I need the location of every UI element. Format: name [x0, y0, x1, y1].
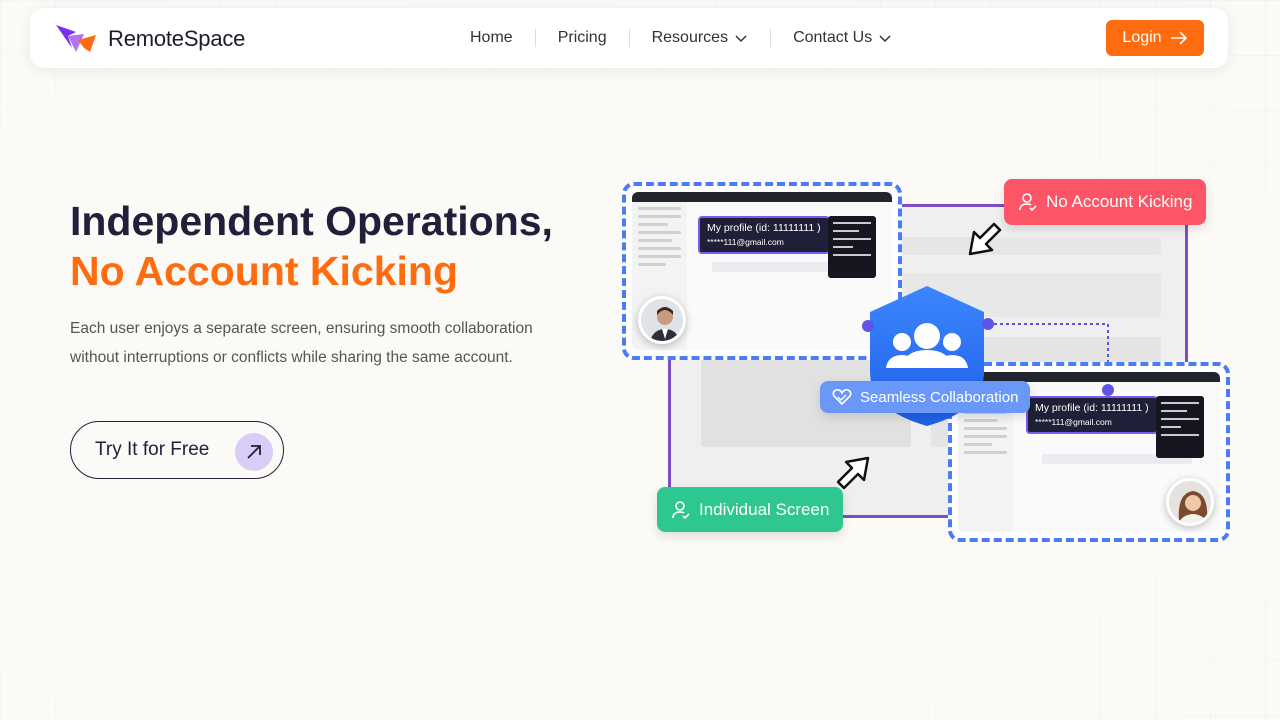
heart-handshake-icon: [832, 389, 852, 406]
profile-email: *****111@gmail.com: [707, 237, 784, 247]
hero-illustration: My profile (id: 11111111 ) *****111@gmai…: [600, 170, 1260, 560]
avatar-male: [638, 296, 686, 344]
user-screen-left: My profile (id: 11111111 ) *****111@gmai…: [622, 182, 902, 360]
chevron-down-icon: [879, 35, 891, 43]
profile-popup-left: My profile (id: 11111111 ) *****111@gmai…: [698, 216, 830, 254]
arrow-up-right-icon: [247, 445, 261, 459]
brand-logo[interactable]: RemoteSpace: [54, 22, 245, 56]
cta-label: Try It for Free: [95, 439, 210, 460]
nav-contact[interactable]: Contact Us: [771, 28, 914, 48]
badge-no-account-kicking: No Account Kicking: [1004, 179, 1207, 225]
hero-title-line1: Independent Operations,: [70, 198, 553, 244]
user-check-icon: [672, 500, 690, 519]
nav-resources[interactable]: Resources: [630, 28, 770, 48]
nav-home[interactable]: Home: [448, 28, 535, 48]
nav-contact-label: Contact Us: [793, 29, 873, 46]
hero-description: Each user enjoys a separate screen, ensu…: [70, 320, 533, 366]
nav-resources-label: Resources: [651, 29, 729, 46]
connector-dot: [862, 320, 874, 332]
top-navbar: RemoteSpace Home Pricing Resources Conta…: [30, 8, 1228, 68]
badge-label: No Account Kicking: [1046, 192, 1193, 211]
logo-icon: [56, 25, 96, 52]
brand-name: RemoteSpace: [108, 26, 246, 51]
arrow-right-icon: [1170, 31, 1187, 45]
cta-arrow-circle: [235, 433, 273, 471]
main-nav: Home Pricing Resources Contact Us: [448, 8, 914, 68]
badge-individual-screen: Individual Screen: [657, 487, 844, 532]
hero-title-line2: No Account Kicking: [70, 248, 458, 294]
user-check-icon: [1019, 193, 1037, 212]
profile-email: *****111@gmail.com: [1035, 417, 1112, 427]
login-button[interactable]: Login: [1106, 20, 1204, 56]
try-free-button[interactable]: Try It for Free: [70, 421, 284, 479]
badge-label: Seamless Collaboration: [860, 388, 1019, 406]
connector-dot: [1102, 384, 1114, 396]
nav-home-label: Home: [470, 29, 513, 46]
cursor-arrow-icon: [968, 222, 1002, 256]
account-menu: [1156, 396, 1204, 458]
chevron-down-icon: [735, 35, 747, 43]
badge-seamless-collaboration: Seamless Collaboration: [820, 381, 1031, 413]
badge-label: Individual Screen: [699, 499, 830, 519]
profile-id: My profile (id: 11111111 ): [707, 222, 821, 234]
login-label: Login: [1122, 29, 1162, 46]
hero-title: Independent Operations, No Account Kicki…: [70, 196, 553, 296]
nav-pricing[interactable]: Pricing: [536, 28, 629, 48]
avatar-female: [1166, 478, 1214, 526]
nav-pricing-label: Pricing: [557, 29, 607, 46]
profile-id: My profile (id: 11111111 ): [1035, 402, 1149, 414]
cursor-arrow-icon: [836, 456, 870, 490]
account-menu: [828, 216, 876, 278]
profile-popup-right: My profile (id: 11111111 ) *****111@gmai…: [1026, 396, 1158, 434]
connector-dot: [982, 318, 994, 330]
